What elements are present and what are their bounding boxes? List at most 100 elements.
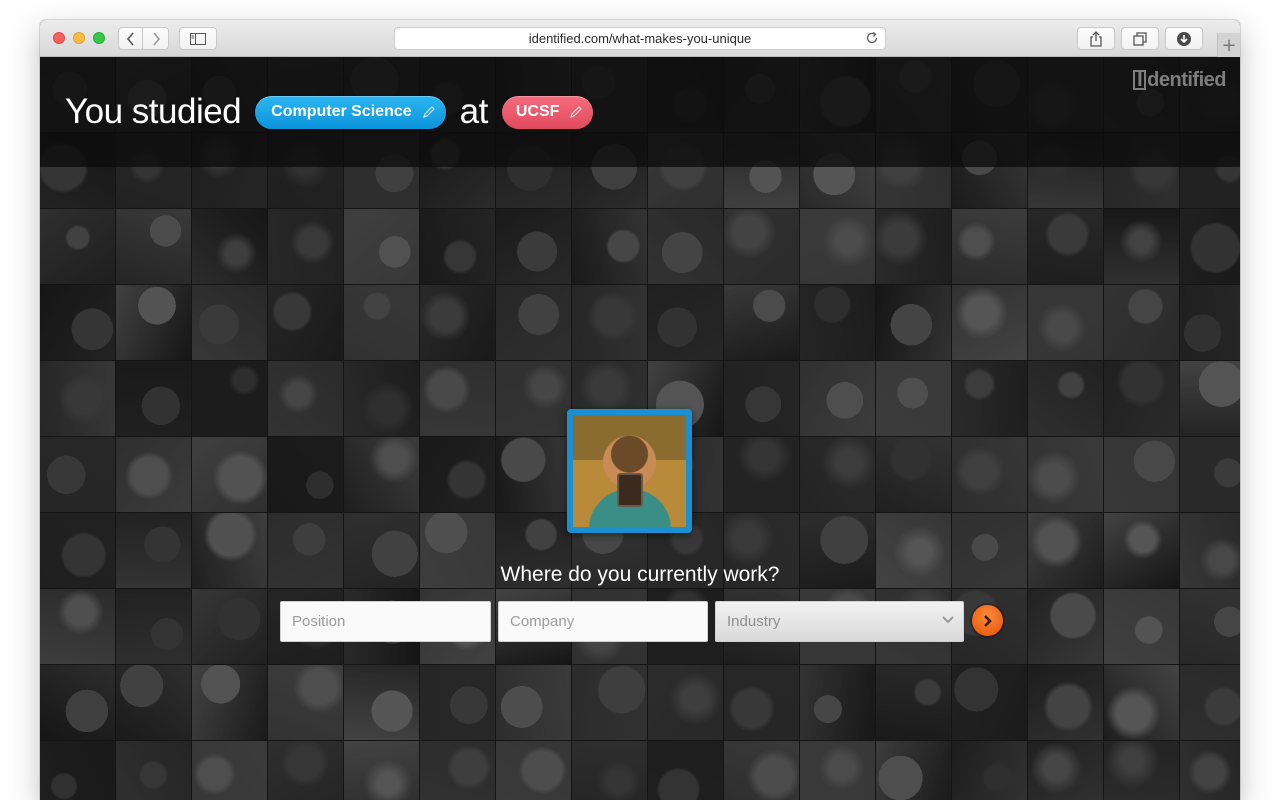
- mosaic-photo-tile: [572, 285, 647, 360]
- mosaic-photo-tile: [192, 665, 267, 740]
- mosaic-photo-tile: [344, 361, 419, 436]
- headline-prefix: You studied: [65, 92, 242, 131]
- mosaic-photo-tile: [572, 665, 647, 740]
- mosaic-photo-tile: [800, 437, 875, 512]
- header-band: Identified You studied Computer Science …: [40, 57, 1240, 167]
- mosaic-photo-tile: [724, 741, 799, 800]
- downloads-button[interactable]: [1165, 27, 1203, 50]
- mosaic-photo-tile: [800, 665, 875, 740]
- address-bar[interactable]: identified.com/what-makes-you-unique: [394, 27, 886, 50]
- mosaic-photo-tile: [40, 209, 115, 284]
- mosaic-photo-tile: [1028, 209, 1103, 284]
- mosaic-photo-tile: [1028, 285, 1103, 360]
- mosaic-photo-tile: [420, 741, 495, 800]
- school-pill[interactable]: UCSF: [501, 95, 594, 129]
- mosaic-photo-tile: [116, 741, 191, 800]
- mosaic-photo-tile: [116, 665, 191, 740]
- mosaic-photo-tile: [648, 665, 723, 740]
- mosaic-photo-tile: [116, 361, 191, 436]
- mosaic-photo-tile: [1104, 209, 1179, 284]
- mosaic-photo-tile: [876, 741, 951, 800]
- mosaic-photo-tile: [800, 361, 875, 436]
- profile-photo-frame: [567, 409, 692, 533]
- mosaic-photo-tile: [116, 285, 191, 360]
- position-field[interactable]: [280, 601, 491, 642]
- mosaic-photo-tile: [344, 437, 419, 512]
- mosaic-photo-tile: [40, 285, 115, 360]
- mosaic-photo-tile: [420, 437, 495, 512]
- pencil-icon: [422, 106, 435, 118]
- mosaic-photo-tile: [1028, 741, 1103, 800]
- industry-select[interactable]: Industry: [715, 601, 964, 642]
- download-icon: [1177, 31, 1191, 46]
- pencil-icon: [570, 106, 583, 118]
- company-input[interactable]: [510, 613, 707, 630]
- reload-icon[interactable]: [865, 31, 879, 48]
- submit-arrow-button[interactable]: [972, 605, 1003, 636]
- mosaic-photo-tile: [724, 209, 799, 284]
- sidebar-toggle-button[interactable]: [179, 27, 217, 50]
- mosaic-photo-tile: [344, 741, 419, 800]
- mosaic-photo-tile: [1028, 589, 1103, 664]
- education-headline: You studied Computer Science at UCSF: [65, 92, 607, 131]
- mosaic-photo-tile: [648, 209, 723, 284]
- mosaic-photo-tile: [1028, 361, 1103, 436]
- mosaic-photo-tile: [1104, 285, 1179, 360]
- mosaic-photo-tile: [876, 665, 951, 740]
- minimize-window-button[interactable]: [73, 32, 85, 44]
- mosaic-photo-tile: [40, 361, 115, 436]
- mosaic-photo-tile: [1104, 361, 1179, 436]
- mosaic-photo-tile: [420, 361, 495, 436]
- mosaic-photo-tile: [496, 361, 571, 436]
- mosaic-photo-tile: [40, 741, 115, 800]
- mosaic-photo-tile: [1180, 209, 1240, 284]
- position-input[interactable]: [292, 613, 490, 630]
- mosaic-photo-tile: [952, 437, 1027, 512]
- identified-logo[interactable]: Identified: [1133, 69, 1226, 92]
- mosaic-photo-tile: [1180, 741, 1240, 800]
- chevron-right-icon: [152, 31, 160, 46]
- mosaic-photo-tile: [40, 589, 115, 664]
- field-of-study-label: Computer Science: [271, 103, 412, 120]
- forward-button[interactable]: [143, 27, 169, 50]
- mosaic-photo-tile: [1104, 589, 1179, 664]
- mosaic-photo-tile: [268, 285, 343, 360]
- industry-selected-value: Industry: [727, 613, 781, 630]
- profile-photo: [573, 415, 686, 527]
- mosaic-photo-tile: [496, 665, 571, 740]
- maximize-window-button[interactable]: [93, 32, 105, 44]
- mosaic-photo-tile: [648, 741, 723, 800]
- back-button[interactable]: [118, 27, 143, 50]
- field-of-study-pill[interactable]: Computer Science: [255, 95, 446, 129]
- work-question: Where do you currently work?: [500, 563, 780, 586]
- mosaic-photo-tile: [1180, 665, 1240, 740]
- show-tabs-button[interactable]: [1121, 27, 1159, 50]
- arrow-right-icon: [983, 614, 992, 627]
- page-content: Identified You studied Computer Science …: [40, 57, 1240, 800]
- mosaic-photo-tile: [268, 741, 343, 800]
- new-tab-button[interactable]: +: [1217, 33, 1240, 57]
- share-button[interactable]: [1077, 27, 1115, 50]
- mosaic-photo-tile: [800, 741, 875, 800]
- mosaic-photo-tile: [496, 741, 571, 800]
- mosaic-photo-tile: [192, 361, 267, 436]
- url-text: identified.com/what-makes-you-unique: [528, 31, 752, 46]
- mosaic-photo-tile: [1180, 589, 1240, 664]
- company-field[interactable]: [498, 601, 708, 642]
- mosaic-photo-tile: [1180, 361, 1240, 436]
- tabs-icon: [1133, 31, 1147, 46]
- mosaic-photo-tile: [1104, 741, 1179, 800]
- mosaic-photo-tile: [724, 285, 799, 360]
- mosaic-photo-tile: [40, 437, 115, 512]
- mosaic-photo-tile: [572, 209, 647, 284]
- mosaic-photo-tile: [268, 361, 343, 436]
- browser-toolbar: identified.com/what-makes-you-unique +: [40, 20, 1240, 57]
- mosaic-photo-tile: [952, 361, 1027, 436]
- mosaic-photo-tile: [572, 741, 647, 800]
- sidebar-icon: [190, 32, 206, 45]
- mosaic-photo-tile: [344, 285, 419, 360]
- close-window-button[interactable]: [53, 32, 65, 44]
- mosaic-photo-tile: [192, 437, 267, 512]
- logo-text: dentified: [1147, 69, 1226, 91]
- mosaic-photo-tile: [496, 285, 571, 360]
